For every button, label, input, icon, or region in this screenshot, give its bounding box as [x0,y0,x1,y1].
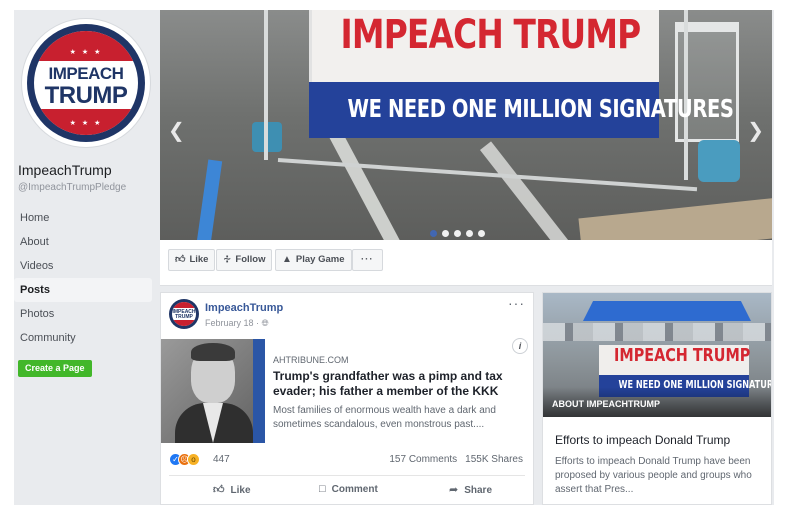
sidebar: ★ ★ ★ ★ ★ ★ IMPEACH TRUMP ImpeachTrump @… [14,10,160,505]
post-like-button[interactable]: 👍︎ Like [213,483,251,496]
page-action-bar: 👍︎ Like ∻ Follow ▲ Play Game ··· [160,240,772,286]
chevron-left-icon[interactable]: ❮ [168,118,185,143]
about-description: Efforts to impeach Donald Trump have bee… [555,456,752,495]
page-profile-picture[interactable]: ★ ★ ★ ★ ★ ★ IMPEACH TRUMP [22,19,150,147]
bucket [698,140,740,182]
link-preview[interactable]: i AHTRIBUNE.COM Trump's grandfather was … [161,339,533,443]
nav-item-posts[interactable]: Posts [14,278,152,302]
page-username[interactable]: @ImpeachTrumpPledge [18,182,126,193]
link-domain: AHTRIBUNE.COM [273,355,349,365]
banner-subline: WE NEED ONE MILLION SIGNATURES [347,94,734,123]
post-timestamp[interactable]: February 18 · 🌐︎ [205,318,269,329]
frame-pole [264,10,268,160]
post-avatar[interactable]: IMPEACH TRUMP [169,299,199,329]
cover-banner: IMPEACH TRUMP WE NEED ONE MILLION SIGNAT… [309,10,734,138]
carousel-dots [430,224,490,237]
play-game-button[interactable]: ▲ Play Game [275,249,352,271]
info-icon[interactable]: i [513,339,527,353]
banner-headline: IMPEACH TRUMP [340,12,642,58]
logo-inner: ★ ★ ★ ★ ★ ★ IMPEACH TRUMP [34,31,138,135]
portrait-accent [253,339,265,443]
comment-icon: □ [319,483,326,495]
about-card: IMPEACH TRUMP WE NEED ONE MILLION SIGNAT… [542,292,772,505]
chevron-right-icon[interactable]: ❯ [747,118,764,143]
about-banner-headline: IMPEACH TRUMP [614,345,751,366]
more-options-button[interactable]: ··· [352,249,383,271]
like-page-label: Like [189,254,209,265]
avatar-text-line2: TRUMP [175,314,193,320]
play-game-label: Play Game [295,254,345,265]
carousel-dot[interactable] [478,230,485,237]
avatar-band-top [172,302,196,308]
logo-text-line2: TRUMP [44,82,128,109]
follow-button[interactable]: ∻ Follow [216,249,273,271]
nav-item-community[interactable]: Community [14,326,152,350]
post-like-label: Like [230,485,251,496]
gamepad-icon: ▲ [282,254,292,265]
about-image[interactable]: IMPEACH TRUMP WE NEED ONE MILLION SIGNAT… [543,293,771,417]
thumbs-up-icon: 👍︎ [175,254,186,265]
post-avatar-inner: IMPEACH TRUMP [172,302,196,326]
comments-count[interactable]: 157 Comments [389,454,457,465]
link-title[interactable]: Trump's grandfather was a pimp and tax e… [273,369,519,399]
wow-reaction-icon: o [187,453,200,466]
create-page-button[interactable]: Create a Page [18,360,92,377]
globe-icon: 🌐︎ [261,318,269,328]
post-share-button[interactable]: ➦ Share [449,483,492,496]
nav-item-videos[interactable]: Videos [14,254,152,278]
parked-cars [543,323,771,341]
carousel-dot[interactable] [430,230,437,237]
nav-item-about[interactable]: About [14,230,152,254]
post-author[interactable]: ImpeachTrump [205,302,283,314]
logo-text-line1: IMPEACH [48,64,124,83]
like-page-button[interactable]: 👍︎ Like [168,249,216,271]
about-image-label: ABOUT IMPEACHTRUMP [552,399,660,409]
follow-label: Follow [235,254,266,265]
facebook-page: ★ ★ ★ ★ ★ ★ IMPEACH TRUMP ImpeachTrump @… [14,10,774,505]
portrait-hair [191,343,235,361]
avatar-text: IMPEACH TRUMP [172,310,196,320]
shares-count[interactable]: 155K Shares [465,454,523,465]
about-title[interactable]: Efforts to impeach Donald Trump [555,433,730,447]
canopy-tent [583,301,751,321]
link-description: Most families of enormous wealth have a … [273,405,496,430]
post-share-label: Share [464,485,493,496]
link-preview-image [161,339,265,443]
logo-top-band [34,31,138,61]
carousel-dot[interactable] [466,230,473,237]
page-title[interactable]: ImpeachTrump [18,162,112,178]
rss-icon: ∻ [223,254,232,265]
nav-item-home[interactable]: Home [14,206,152,230]
logo-stars-bottom: ★ ★ ★ [69,120,103,127]
page-nav: Home About Videos Posts Photos Community [14,206,152,350]
carousel-dot[interactable] [442,230,449,237]
logo-stars-top: ★ ★ ★ [69,49,103,56]
nav-item-photos[interactable]: Photos [14,302,152,326]
post-comment-button[interactable]: □ Comment [319,483,378,495]
carousel-dot[interactable] [454,230,461,237]
reaction-count: 447 [213,454,230,465]
post-stats: 157 Comments 155K Shares [381,454,523,465]
post-comment-label: Comment [331,484,378,495]
post-options-button[interactable]: ··· [508,295,525,311]
cover-photo[interactable]: IMPEACH TRUMP WE NEED ONE MILLION SIGNAT… [160,10,772,240]
share-icon: ➦ [449,484,459,496]
avatar-band-bottom [172,320,196,326]
post-date-text: February 18 · [205,318,262,328]
thumbs-up-icon: 👍︎ [213,484,225,496]
post-actions: 👍︎ Like □ Comment ➦ Share [169,475,525,501]
post-card: IMPEACH TRUMP ImpeachTrump February 18 · … [160,292,534,505]
